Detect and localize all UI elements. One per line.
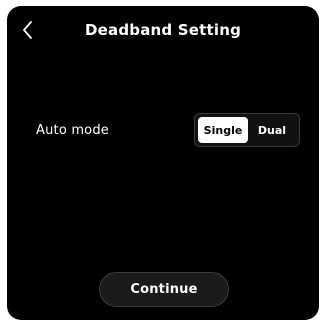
auto-mode-option-dual[interactable]: Dual	[248, 117, 296, 143]
page-title: Deadband Setting	[84, 21, 242, 39]
auto-mode-segmented-control: Single Dual	[194, 113, 300, 147]
auto-mode-option-single[interactable]: Single	[198, 117, 248, 143]
auto-mode-label: Auto mode	[36, 123, 109, 138]
app-screen: Deadband Setting Auto mode Single Dual C…	[7, 6, 319, 320]
continue-button[interactable]: Continue	[99, 272, 229, 307]
